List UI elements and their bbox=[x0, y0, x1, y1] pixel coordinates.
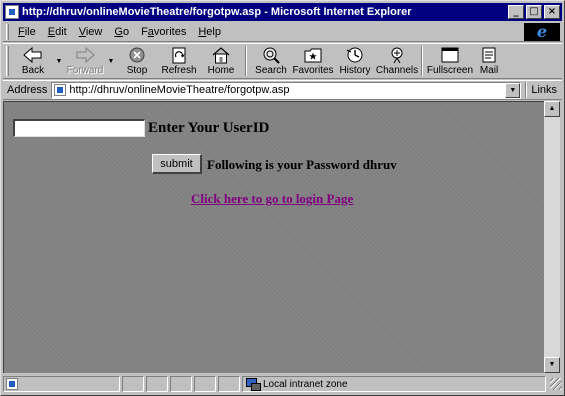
status-pane bbox=[146, 376, 168, 392]
status-pane bbox=[194, 376, 216, 392]
login-page-link[interactable]: Click here to go to login Page bbox=[191, 191, 353, 207]
home-button[interactable]: Home bbox=[200, 44, 242, 78]
address-bar: Address http://dhruv/onlineMovieTheatre/… bbox=[3, 80, 562, 100]
history-button[interactable]: History bbox=[334, 44, 376, 78]
security-zone-pane: Local intranet zone bbox=[242, 376, 546, 392]
page-content: Enter Your UserID submit Following is yo… bbox=[3, 101, 544, 373]
menu-file-key: F bbox=[18, 25, 25, 38]
back-dropdown[interactable]: ▼ bbox=[54, 44, 64, 78]
address-field[interactable]: http://dhruv/onlineMovieTheatre/forgotpw… bbox=[51, 81, 522, 99]
status-main-pane bbox=[3, 376, 120, 392]
close-button[interactable]: × bbox=[544, 5, 560, 19]
links-button[interactable]: Links bbox=[531, 84, 557, 96]
refresh-button[interactable]: Refresh bbox=[158, 44, 200, 78]
refresh-label: Refresh bbox=[161, 65, 197, 76]
address-label: Address bbox=[7, 84, 48, 96]
refresh-icon bbox=[172, 47, 186, 64]
home-label: Home bbox=[207, 65, 235, 76]
forward-arrow-icon bbox=[76, 46, 95, 64]
submit-button[interactable]: submit bbox=[152, 154, 202, 174]
status-pane bbox=[218, 376, 240, 392]
menu-help[interactable]: Help bbox=[192, 26, 227, 38]
toolbar-separator bbox=[245, 46, 247, 76]
userid-label: Enter Your UserID bbox=[148, 120, 270, 136]
favorites-label: Favorites bbox=[292, 65, 334, 76]
userid-input[interactable] bbox=[13, 119, 145, 137]
stop-label: Stop bbox=[126, 65, 148, 76]
mail-label: Mail bbox=[479, 65, 499, 76]
menu-file[interactable]: File bbox=[12, 26, 42, 38]
search-icon bbox=[263, 47, 280, 64]
toolbar-separator bbox=[421, 46, 423, 76]
back-arrow-icon bbox=[23, 46, 42, 64]
search-label: Search bbox=[255, 65, 287, 76]
menu-view[interactable]: View bbox=[73, 26, 109, 38]
history-label: History bbox=[339, 65, 371, 76]
menu-view-key: V bbox=[78, 25, 86, 38]
intranet-zone-icon bbox=[246, 378, 261, 391]
status-page-icon bbox=[6, 378, 18, 390]
menu-bar: File Edit View Go Favorites Help e bbox=[3, 22, 562, 42]
status-pane bbox=[170, 376, 192, 392]
search-button[interactable]: Search bbox=[250, 44, 292, 78]
menu-help-label: elp bbox=[206, 25, 221, 38]
window-title: http://dhruv/onlineMovieTheatre/forgotpw… bbox=[22, 6, 412, 18]
password-result-text: Following is your Password dhruv bbox=[207, 157, 397, 172]
stop-icon bbox=[129, 47, 145, 63]
toolbar-grip[interactable] bbox=[6, 46, 9, 76]
ie-page-icon bbox=[5, 5, 19, 19]
favorites-folder-icon bbox=[304, 48, 322, 63]
menu-go-label: o bbox=[122, 25, 130, 38]
title-bar: http://dhruv/onlineMovieTheatre/forgotpw… bbox=[3, 3, 562, 21]
ie-logo-icon: e bbox=[524, 23, 560, 41]
menu-go[interactable]: Go bbox=[108, 26, 135, 38]
fullscreen-label: Fullscreen bbox=[426, 65, 474, 76]
home-icon bbox=[212, 47, 230, 64]
back-button[interactable]: Back bbox=[12, 44, 54, 78]
menu-favorites-pre: F bbox=[141, 25, 148, 38]
maximize-button[interactable]: □ bbox=[526, 5, 542, 19]
resize-grip-icon[interactable] bbox=[550, 378, 562, 390]
forward-label: Forward bbox=[66, 65, 104, 76]
status-pane bbox=[122, 376, 144, 392]
back-label: Back bbox=[21, 65, 45, 76]
zone-label: Local intranet zone bbox=[263, 378, 348, 390]
scroll-down-button[interactable]: ▼ bbox=[544, 357, 560, 373]
forward-dropdown[interactable]: ▼ bbox=[106, 44, 116, 78]
favorites-button[interactable]: Favorites bbox=[292, 44, 334, 78]
minimize-button[interactable]: _ bbox=[508, 5, 524, 19]
menu-edit[interactable]: Edit bbox=[42, 26, 73, 38]
menu-file-label: ile bbox=[24, 25, 36, 38]
channels-button[interactable]: Channels bbox=[376, 44, 418, 78]
menu-edit-label: dit bbox=[55, 25, 67, 38]
standard-toolbar: Back ▼ Forward ▼ Stop Refresh Home Searc… bbox=[3, 43, 562, 79]
channels-label: Channels bbox=[375, 65, 419, 76]
browser-window: http://dhruv/onlineMovieTheatre/forgotpw… bbox=[0, 0, 565, 396]
channels-satellite-icon bbox=[391, 47, 403, 64]
links-separator bbox=[525, 82, 528, 98]
forward-button: Forward bbox=[64, 44, 106, 78]
menu-grip[interactable] bbox=[6, 23, 9, 40]
mail-icon bbox=[482, 47, 496, 63]
scroll-up-button[interactable]: ▲ bbox=[544, 101, 560, 117]
history-icon bbox=[346, 47, 363, 63]
mail-button[interactable]: Mail bbox=[474, 44, 504, 78]
menu-view-label: iew bbox=[85, 25, 103, 38]
fullscreen-icon bbox=[441, 47, 459, 63]
address-dropdown-button[interactable]: ▼ bbox=[505, 82, 521, 98]
menu-go-key: G bbox=[114, 25, 123, 38]
menu-favorites-label: vorites bbox=[153, 25, 187, 38]
page-icon bbox=[54, 84, 67, 96]
status-bar: Local intranet zone bbox=[3, 375, 562, 393]
address-url[interactable]: http://dhruv/onlineMovieTheatre/forgotpw… bbox=[69, 84, 505, 96]
menu-edit-key: E bbox=[47, 25, 56, 38]
fullscreen-button[interactable]: Fullscreen bbox=[426, 44, 474, 78]
stop-button[interactable]: Stop bbox=[116, 44, 158, 78]
vertical-scrollbar[interactable]: ▲ ▼ bbox=[544, 101, 560, 373]
menu-favorites[interactable]: Favorites bbox=[135, 26, 192, 38]
